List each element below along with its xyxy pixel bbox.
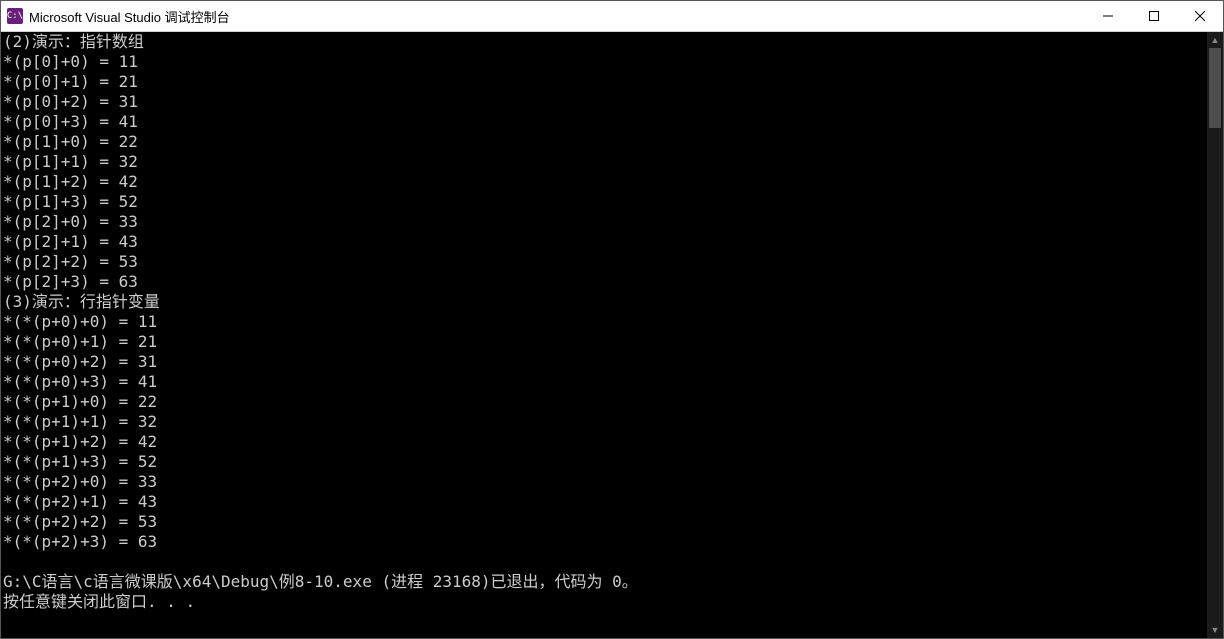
minimize-icon	[1103, 11, 1113, 21]
chevron-up-icon: ▲	[1211, 35, 1220, 45]
scroll-thumb[interactable]	[1209, 48, 1221, 128]
console-output: (2)演示：指针数组 *(p[0]+0) = 11 *(p[0]+1) = 21…	[1, 32, 1207, 638]
console-area[interactable]: (2)演示：指针数组 *(p[0]+0) = 11 *(p[0]+1) = 21…	[1, 32, 1223, 638]
maximize-icon	[1149, 11, 1159, 21]
minimize-button[interactable]	[1085, 1, 1131, 31]
title-bar[interactable]: C:\ Microsoft Visual Studio 调试控制台	[1, 1, 1223, 32]
scroll-down-button[interactable]: ▼	[1207, 622, 1223, 638]
window-controls	[1085, 1, 1223, 31]
close-button[interactable]	[1177, 1, 1223, 31]
app-icon-label: C:\	[7, 11, 23, 21]
scroll-up-button[interactable]: ▲	[1207, 32, 1223, 48]
window-title: Microsoft Visual Studio 调试控制台	[29, 7, 230, 26]
close-icon	[1195, 11, 1205, 21]
app-window: C:\ Microsoft Visual Studio 调试控制台 (2)演示：…	[0, 0, 1224, 639]
app-icon: C:\	[7, 8, 23, 24]
chevron-down-icon: ▼	[1211, 625, 1220, 635]
maximize-button[interactable]	[1131, 1, 1177, 31]
title-left: C:\ Microsoft Visual Studio 调试控制台	[1, 7, 230, 26]
vertical-scrollbar[interactable]: ▲ ▼	[1207, 32, 1223, 638]
